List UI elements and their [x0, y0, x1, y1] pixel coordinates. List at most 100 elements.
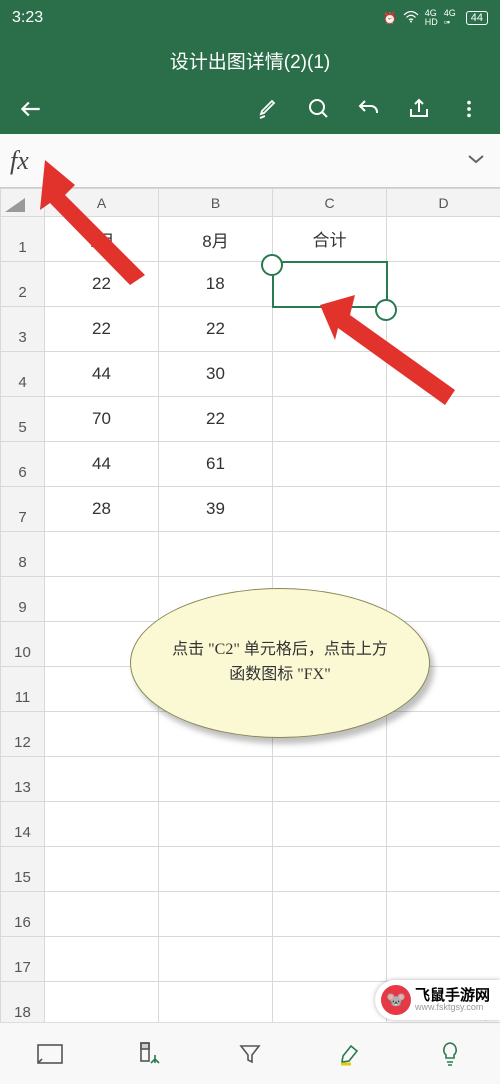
col-header-d[interactable]: D: [387, 189, 500, 217]
search-button[interactable]: [298, 88, 340, 130]
cell[interactable]: [387, 892, 500, 937]
cell[interactable]: [387, 847, 500, 892]
row-header[interactable]: 5: [1, 397, 45, 442]
cell[interactable]: [273, 847, 387, 892]
selection-handle-tl[interactable]: [261, 254, 283, 276]
cell[interactable]: 22: [159, 397, 273, 442]
watermark-title: 飞鼠手游网: [415, 988, 490, 1003]
cell[interactable]: [273, 442, 387, 487]
cell[interactable]: 8月: [159, 217, 273, 262]
watermark-url: www.fsktgsy.com: [415, 1003, 490, 1012]
cell[interactable]: 70: [45, 397, 159, 442]
cell[interactable]: [45, 982, 159, 1027]
cell[interactable]: [45, 532, 159, 577]
row-header[interactable]: 7: [1, 487, 45, 532]
annotation-callout: 点击 "C2" 单元格后，点击上方函数图标 "FX": [130, 588, 430, 738]
cell[interactable]: [45, 802, 159, 847]
row-header[interactable]: 11: [1, 667, 45, 712]
annotation-arrow-2: [310, 290, 460, 410]
cell[interactable]: [273, 487, 387, 532]
cell[interactable]: [387, 802, 500, 847]
undo-button[interactable]: [348, 88, 390, 130]
cell[interactable]: [45, 847, 159, 892]
cell[interactable]: 44: [45, 352, 159, 397]
insert-column-button[interactable]: [130, 1034, 170, 1074]
cell[interactable]: [387, 217, 500, 262]
col-header-c[interactable]: C: [273, 189, 387, 217]
cell[interactable]: 30: [159, 352, 273, 397]
cell[interactable]: 合计: [273, 217, 387, 262]
cell[interactable]: [273, 757, 387, 802]
more-menu-button[interactable]: [448, 88, 490, 130]
status-indicators: ⏰ 4GHD 4G▫▪ 44: [383, 9, 488, 27]
cell[interactable]: 61: [159, 442, 273, 487]
cell[interactable]: [273, 892, 387, 937]
row-header[interactable]: 14: [1, 802, 45, 847]
cell[interactable]: [159, 757, 273, 802]
cell[interactable]: [45, 712, 159, 757]
cell[interactable]: [387, 757, 500, 802]
sheet-view-button[interactable]: [30, 1034, 70, 1074]
filter-button[interactable]: [230, 1034, 270, 1074]
cell[interactable]: [159, 892, 273, 937]
cell[interactable]: [273, 982, 387, 1027]
cell[interactable]: 28: [45, 487, 159, 532]
cell[interactable]: [387, 937, 500, 982]
formula-expand-button[interactable]: [462, 152, 490, 170]
row-header[interactable]: 10: [1, 622, 45, 667]
cell[interactable]: 22: [45, 307, 159, 352]
alarm-icon: ⏰: [383, 12, 397, 25]
wifi-icon: [403, 11, 419, 26]
signal-4g-icon-2: 4G▫▪: [444, 9, 456, 27]
cell[interactable]: [159, 937, 273, 982]
watermark: 🐭 飞鼠手游网 www.fsktgsy.com: [375, 980, 500, 1020]
row-header[interactable]: 9: [1, 577, 45, 622]
row-header[interactable]: 6: [1, 442, 45, 487]
battery-indicator: 44: [466, 11, 488, 25]
edit-style-button[interactable]: [248, 88, 290, 130]
row-header[interactable]: 15: [1, 847, 45, 892]
top-toolbar: [0, 84, 500, 134]
cell[interactable]: [45, 937, 159, 982]
table-row: 17: [1, 937, 500, 982]
cell[interactable]: [273, 802, 387, 847]
cell[interactable]: [273, 532, 387, 577]
col-header-b[interactable]: B: [159, 189, 273, 217]
cell[interactable]: [159, 802, 273, 847]
cell[interactable]: [159, 532, 273, 577]
table-row: 15: [1, 847, 500, 892]
table-row: 8: [1, 532, 500, 577]
watermark-logo-icon: 🐭: [381, 985, 411, 1015]
cell[interactable]: [387, 577, 500, 622]
cell[interactable]: [387, 442, 500, 487]
cell[interactable]: [387, 487, 500, 532]
row-header[interactable]: 12: [1, 712, 45, 757]
bottom-toolbar: [0, 1022, 500, 1084]
cell[interactable]: [273, 937, 387, 982]
row-header[interactable]: 17: [1, 937, 45, 982]
cell[interactable]: 18: [159, 262, 273, 307]
cell[interactable]: [387, 532, 500, 577]
status-bar: 3:23 ⏰ 4GHD 4G▫▪ 44: [0, 0, 500, 36]
hint-button[interactable]: [430, 1034, 470, 1074]
document-title: 设计出图详情(2)(1): [0, 36, 500, 84]
cell[interactable]: 39: [159, 487, 273, 532]
highlight-button[interactable]: [330, 1034, 370, 1074]
row-header[interactable]: 16: [1, 892, 45, 937]
cell[interactable]: [387, 712, 500, 757]
annotation-arrow-1: [35, 155, 155, 285]
cell[interactable]: 22: [159, 307, 273, 352]
row-header[interactable]: 4: [1, 352, 45, 397]
share-button[interactable]: [398, 88, 440, 130]
cell[interactable]: 44: [45, 442, 159, 487]
row-header[interactable]: 3: [1, 307, 45, 352]
cell[interactable]: [45, 892, 159, 937]
row-header[interactable]: 13: [1, 757, 45, 802]
cell[interactable]: [45, 757, 159, 802]
row-header[interactable]: 18: [1, 982, 45, 1027]
row-header[interactable]: 8: [1, 532, 45, 577]
cell[interactable]: [159, 982, 273, 1027]
back-button[interactable]: [10, 88, 52, 130]
cell[interactable]: [159, 847, 273, 892]
cell[interactable]: [45, 577, 159, 622]
